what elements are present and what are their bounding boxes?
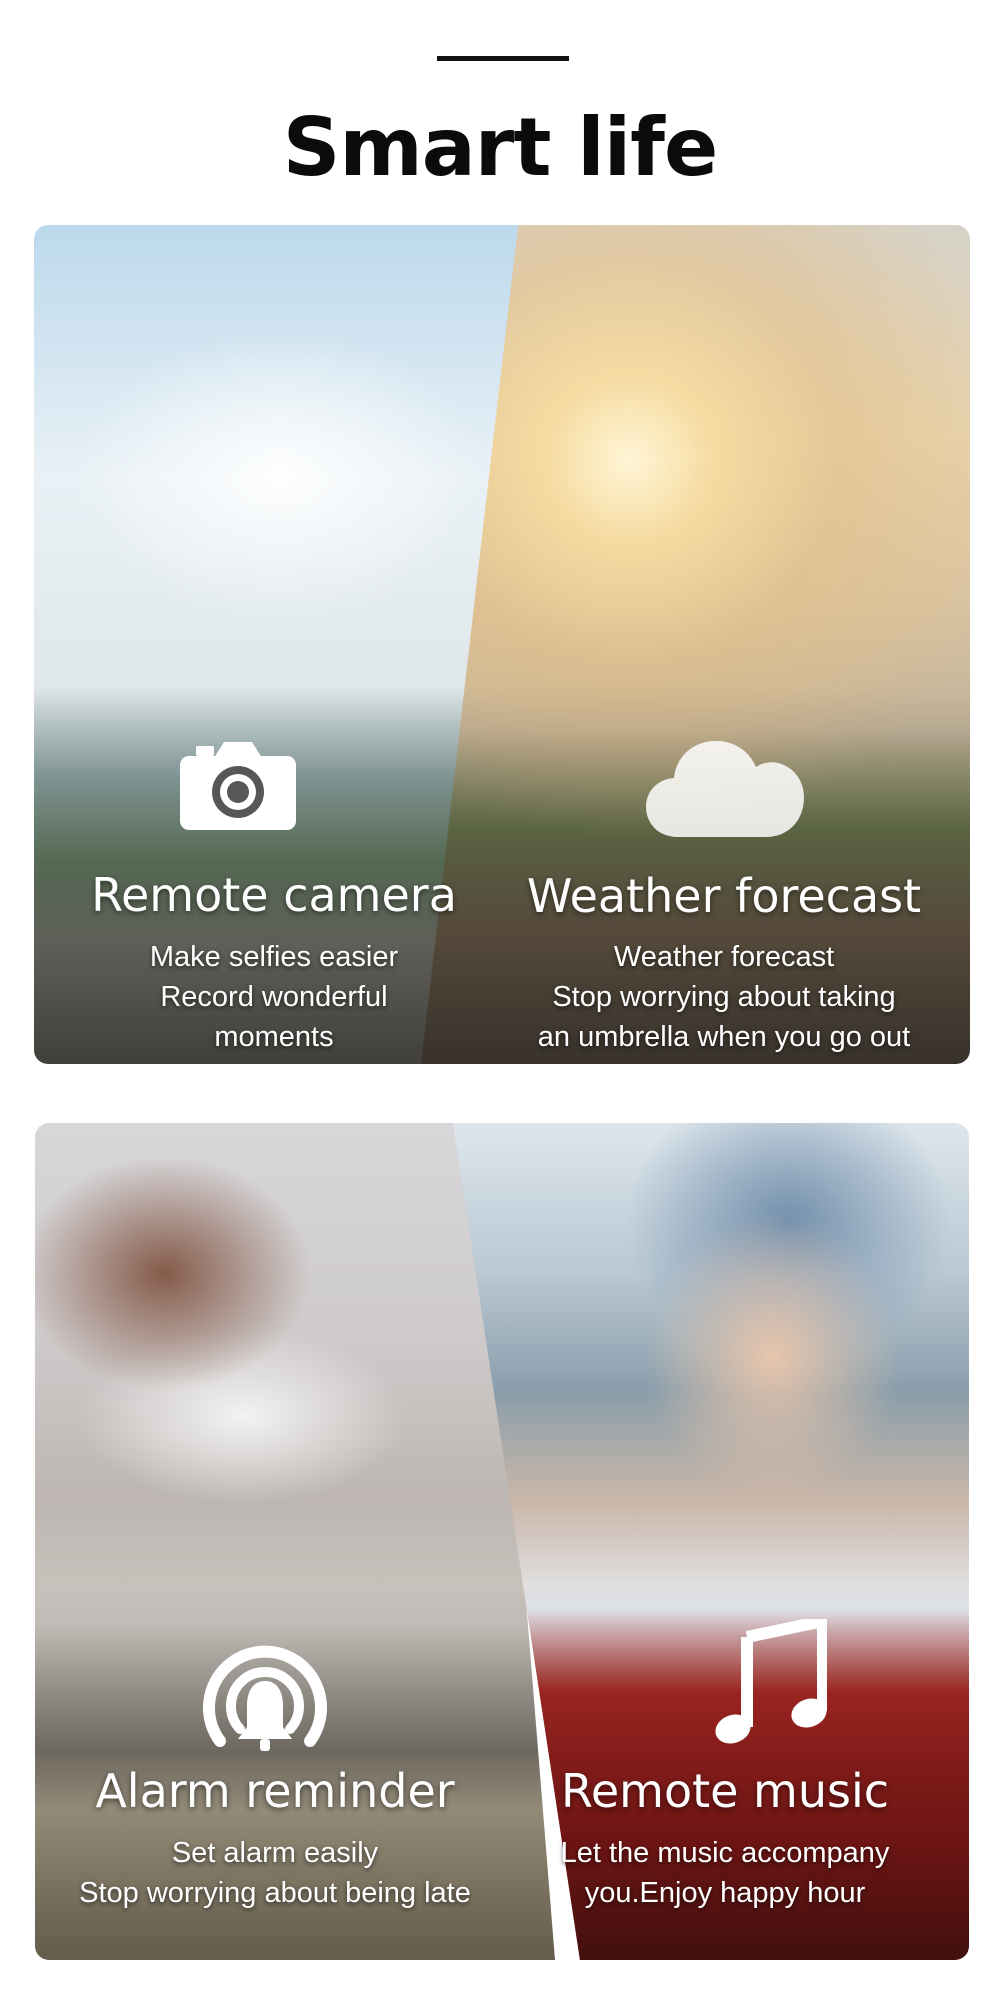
cloud-icon	[646, 733, 804, 839]
remote-music-description: Let the music accompany you.Enjoy happy …	[560, 1837, 890, 1909]
feature-card-bottom: Alarm reminder Set alarm easily Stop wor…	[35, 1123, 969, 1960]
page-title: Smart life	[282, 101, 718, 194]
weather-forecast-description: Weather forecast Stop worrying about tak…	[537, 941, 911, 1053]
title-divider	[437, 56, 569, 61]
bell-icon	[200, 1629, 330, 1769]
music-note-icon	[715, 1619, 827, 1745]
remote-camera-title: Remote camera	[91, 868, 457, 922]
alarm-reminder-title: Alarm reminder	[95, 1764, 455, 1818]
weather-forecast-title: Weather forecast	[526, 869, 922, 923]
remote-music-title: Remote music	[560, 1764, 890, 1818]
feature-card-top: Remote camera Make selfies easier Record…	[34, 225, 970, 1064]
remote-camera-description: Make selfies easier Record wonderful mom…	[149, 941, 399, 1053]
camera-icon	[180, 738, 296, 830]
alarm-reminder-description: Set alarm easily Stop worrying about bei…	[79, 1837, 471, 1909]
